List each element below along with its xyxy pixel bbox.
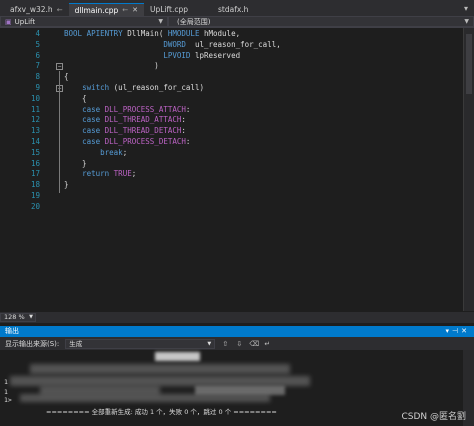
redacted-region — [20, 394, 270, 402]
line-number: 16 — [30, 158, 40, 168]
project-dropdown[interactable]: ▣ UpLift ▼ — [0, 16, 168, 27]
chevron-down-icon: ▼ — [464, 18, 469, 25]
line-number: 12 — [30, 115, 40, 125]
scrollbar-thumb[interactable] — [466, 34, 472, 94]
scope-dropdown-value: (全局范围) — [177, 17, 211, 26]
go-to-next-icon[interactable]: ⇩ — [235, 340, 243, 348]
code-line: } — [64, 180, 69, 190]
redacted-region — [30, 364, 290, 374]
pin-icon[interactable]: ← — [122, 6, 128, 14]
code-line: { — [64, 72, 69, 82]
code-line: break; — [100, 147, 128, 157]
line-number-gutter: 4 5 6 7 8 9 10 11 12 13 14 15 16 17 18 19 20 — [0, 28, 40, 311]
chevron-down-icon: ▼ — [158, 18, 163, 25]
code-line: case DLL_PROCESS_DETACH: — [82, 137, 191, 146]
line-number: 9 — [35, 83, 40, 92]
line-number: 11 — [30, 104, 40, 114]
tab-overflow-icon[interactable]: ▾ — [458, 4, 474, 13]
output-line: 1> — [4, 396, 12, 404]
project-dropdown-value: UpLift — [14, 17, 36, 26]
output-panel-title: 输出 ▾⊣✕ — [0, 326, 474, 337]
editor-horizontal-scrollbar[interactable]: 128 % ▼ — [0, 312, 474, 323]
code-line: { — [64, 93, 87, 103]
tab-afxv-w32-h[interactable]: afxv_w32.h ← — [4, 3, 69, 16]
fold-collapse-icon[interactable]: − — [56, 63, 63, 71]
pin-icon[interactable]: ← — [57, 6, 63, 14]
output-title-label: 输出 — [5, 327, 19, 335]
build-summary: ======== 全部重新生成: 成功 1 个，失败 0 个，跳过 0 个 ==… — [46, 408, 277, 416]
project-icon: ▣ — [5, 17, 12, 26]
tab-label: stdafx.h — [218, 5, 249, 14]
line-number: 18 — [30, 180, 40, 190]
tab-label: afxv_w32.h — [10, 5, 53, 14]
output-line: 1 — [4, 388, 8, 396]
fold-guide — [59, 93, 60, 172]
tab-uplift-cpp[interactable]: UpLift.cpp — [144, 3, 194, 16]
chevron-down-icon: ▼ — [207, 340, 212, 347]
go-to-previous-icon[interactable]: ⇧ — [221, 340, 229, 348]
line-number: 7 — [35, 61, 40, 71]
line-number: 5 — [35, 39, 40, 49]
close-icon[interactable]: ✕ — [132, 6, 138, 14]
line-number: 15 — [30, 147, 40, 157]
code-line: ) — [64, 61, 159, 71]
code-line: BOOL APIENTRY DllMain( HMODULE hModule, — [64, 29, 241, 38]
tab-dllmain-cpp[interactable]: dllmain.cpp ← ✕ — [68, 3, 145, 16]
pin-icon[interactable]: ⊣ — [452, 327, 461, 335]
line-number: 8 — [35, 72, 40, 82]
clear-all-icon[interactable]: ⌫ — [249, 340, 259, 348]
tab-stdafx-h[interactable]: stdafx.h — [212, 3, 254, 16]
zoom-dropdown[interactable]: 128 % ▼ — [0, 313, 36, 322]
line-number: 20 — [30, 201, 40, 211]
close-icon[interactable]: ✕ — [461, 327, 470, 335]
output-toolbar: 显示输出来源(S): 生成 ▼ ⇧ ⇩ ⌫ ↵ — [0, 337, 474, 350]
redacted-region — [155, 352, 200, 361]
line-number: 13 — [30, 126, 40, 136]
line-number: 19 — [30, 191, 40, 200]
line-number: 4 — [35, 29, 40, 38]
chevron-down-icon: ▼ — [29, 314, 33, 320]
line-number: 10 — [30, 93, 40, 103]
panel-controls: ▾⊣✕ — [446, 326, 471, 337]
line-number: 14 — [30, 137, 40, 146]
line-number: 6 — [35, 50, 40, 60]
code-line: return TRUE; — [82, 169, 137, 179]
output-source-label: 显示输出来源(S): — [5, 339, 60, 348]
output-line: 1 — [4, 378, 8, 386]
tab-label: dllmain.cpp — [74, 5, 119, 15]
code-line: switch (ul_reason_for_call) — [82, 83, 204, 92]
redacted-region — [10, 376, 310, 386]
navigation-bar: ▣ UpLift ▼ (全局范围) ▼ — [0, 16, 474, 28]
code-line: LPVOID lpReserved — [163, 50, 241, 60]
word-wrap-icon[interactable]: ↵ — [263, 340, 271, 348]
line-number: 17 — [30, 169, 40, 179]
watermark: CSDN @匿名劉 — [401, 412, 466, 422]
code-editor[interactable]: 4 5 6 7 8 9 10 11 12 13 14 15 16 17 18 19 20 BOOL APIENT… — [0, 28, 474, 311]
scope-dropdown[interactable]: (全局范围) ▼ — [168, 16, 474, 27]
code-line: case DLL_PROCESS_ATTACH: — [82, 104, 191, 114]
zoom-value: 128 % — [4, 313, 25, 321]
document-tab-bar: afxv_w32.h ← dllmain.cpp ← ✕ UpLift.cpp … — [0, 0, 474, 16]
output-source-value: 生成 — [69, 339, 83, 348]
output-source-select[interactable]: 生成 ▼ — [65, 338, 216, 349]
editor-vertical-scrollbar[interactable] — [463, 28, 474, 311]
code-line: case DLL_THREAD_ATTACH: — [82, 115, 186, 125]
code-line: } — [64, 158, 87, 168]
code-line: case DLL_THREAD_DETACH: — [82, 126, 186, 136]
code-line: DWORD ul_reason_for_call, — [163, 39, 281, 49]
tab-label: UpLift.cpp — [150, 5, 189, 14]
